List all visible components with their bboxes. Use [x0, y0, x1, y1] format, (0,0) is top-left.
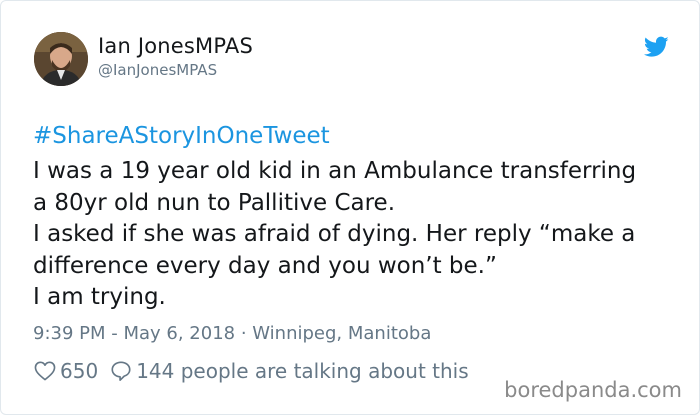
watermark: boredpanda.com — [500, 378, 684, 402]
tweet-timestamp-location[interactable]: 9:39 PM - May 6, 2018 · Winnipeg, Manito… — [33, 323, 431, 344]
twitter-bird-icon[interactable] — [643, 36, 669, 58]
author-handle[interactable]: @IanJonesMPAS — [98, 61, 217, 79]
heart-icon[interactable] — [34, 361, 56, 381]
tweet-line: I asked if she was afraid of dying. Her … — [33, 221, 636, 247]
tweet-line: I was a 19 year old kid in an Ambulance … — [33, 158, 637, 184]
engagement-bar: 650 144 people are talking about this — [34, 359, 469, 383]
hashtag-link[interactable]: #ShareAStoryInOneTweet — [33, 123, 330, 149]
tweet-line: a 80yr old nun to Pallitive Care. — [33, 189, 396, 216]
tweet-card: Ian JonesMPAS @IanJonesMPAS #ShareAStory… — [0, 0, 700, 415]
tweet-line: I am trying. — [33, 284, 166, 310]
tweet-line: difference every day and you won’t be.” — [33, 252, 497, 279]
tweet-text: I was a 19 year old kid in an Ambulance … — [33, 156, 683, 314]
speech-bubble-icon[interactable] — [110, 360, 132, 382]
avatar[interactable] — [34, 32, 88, 86]
talking-count[interactable]: 144 people are talking about this — [136, 359, 468, 383]
like-count[interactable]: 650 — [60, 359, 98, 383]
author-name[interactable]: Ian JonesMPAS — [98, 34, 253, 58]
